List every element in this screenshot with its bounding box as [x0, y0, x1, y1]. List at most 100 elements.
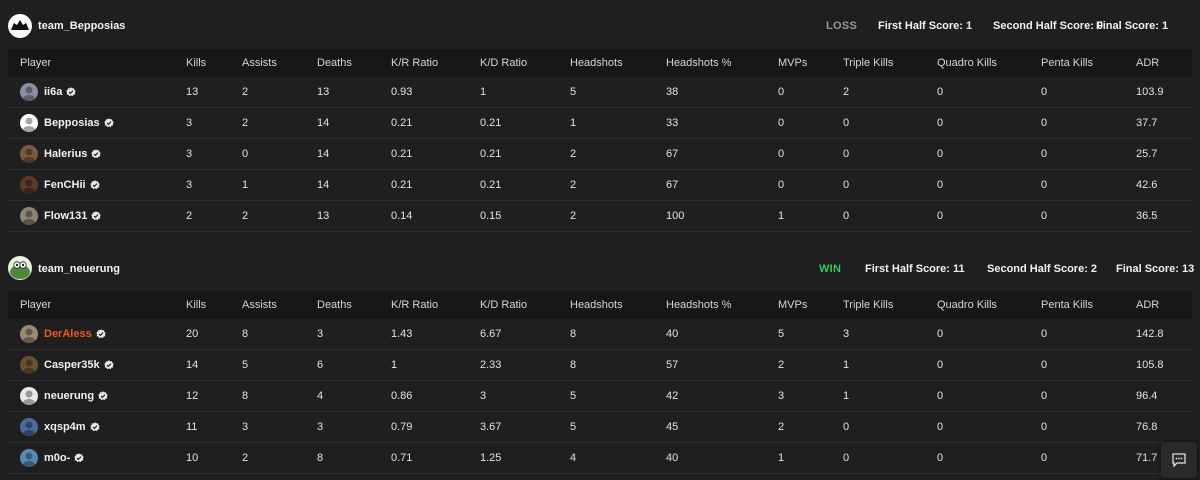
- stat-deaths: 14: [305, 138, 379, 170]
- table-header-row: Player Kills Assists Deaths K/R Ratio K/D Rat…: [8, 49, 1192, 77]
- column-header-kd-ratio: K/D Ratio: [468, 49, 558, 77]
- verified-check-icon: [96, 329, 106, 339]
- match-result: WIN: [819, 263, 842, 275]
- column-header-penta-kills: Penta Kills: [1029, 49, 1124, 77]
- stat-mvps: 0: [766, 107, 831, 139]
- player-name-link[interactable]: Casper35k: [44, 359, 100, 371]
- stat-adr: 103.9: [1124, 77, 1192, 108]
- stat-kr-ratio: 0.93: [379, 77, 468, 108]
- stat-deaths: 14: [305, 107, 379, 139]
- column-header-triple-kills: Triple Kills: [831, 49, 925, 77]
- avatar[interactable]: [20, 207, 38, 225]
- stat-kills: 13: [174, 77, 230, 108]
- avatar[interactable]: [20, 356, 38, 374]
- avatar[interactable]: [20, 114, 38, 132]
- player-name-link[interactable]: FenCHii: [44, 179, 86, 191]
- team-logo-neuerung[interactable]: [8, 256, 32, 280]
- player-cell: FenCHii: [8, 169, 174, 201]
- verified-check-icon: [91, 149, 102, 159]
- stat-mvps: 5: [766, 319, 831, 350]
- player-cell: xqsp4m: [8, 411, 174, 443]
- player-name-link[interactable]: xqsp4m: [44, 421, 86, 433]
- column-header-kills: Kills: [174, 49, 230, 77]
- stat-headshots-pct: 67: [654, 138, 766, 170]
- stat-triple-kills: 1: [831, 380, 925, 412]
- avatar[interactable]: [20, 449, 38, 467]
- stat-mvps: 1: [766, 200, 831, 232]
- player-name-link[interactable]: DerAless: [44, 328, 92, 340]
- team-header-2: team_neuerung WIN First Half Score: 11 S…: [0, 250, 1200, 286]
- player-cell: Halerius: [8, 138, 174, 170]
- stat-adr: 42.6: [1124, 169, 1192, 201]
- avatar[interactable]: [20, 83, 38, 101]
- column-header-assists: Assists: [230, 49, 305, 77]
- stat-penta-kills: 0: [1029, 349, 1124, 381]
- stat-deaths: 13: [305, 77, 379, 108]
- column-header-kills: Kills: [174, 291, 230, 319]
- first-half-score: First Half Score: 11: [865, 263, 965, 275]
- stat-headshots-pct: 57: [654, 349, 766, 381]
- verified-check-icon: [103, 360, 114, 370]
- stat-kd-ratio: 6.67: [468, 319, 558, 350]
- stat-mvps: 0: [766, 138, 831, 170]
- player-name-link[interactable]: neuerung: [44, 390, 94, 402]
- stat-headshots: 8: [558, 349, 654, 381]
- stat-quadro-kills: 0: [925, 200, 1029, 232]
- stat-penta-kills: 0: [1029, 77, 1124, 108]
- stat-kd-ratio: 3: [468, 380, 558, 412]
- stat-penta-kills: 0: [1029, 107, 1124, 139]
- stat-headshots: 2: [558, 200, 654, 232]
- avatar[interactable]: [20, 176, 38, 194]
- stat-kr-ratio: 0.71: [379, 442, 468, 474]
- stat-kr-ratio: 0.21: [379, 138, 468, 170]
- stat-mvps: 0: [766, 169, 831, 201]
- column-header-headshots: Headshots: [558, 291, 654, 319]
- column-header-mvps: MVPs: [766, 291, 831, 319]
- column-header-mvps: MVPs: [766, 49, 831, 77]
- team-name[interactable]: team_Bepposias: [38, 20, 125, 32]
- stat-deaths: 13: [305, 200, 379, 232]
- player-name-link[interactable]: ii6a: [44, 86, 62, 98]
- avatar[interactable]: [20, 145, 38, 163]
- stat-adr: 105.8: [1124, 349, 1192, 381]
- table-header-row: Player Kills Assists Deaths K/R Ratio K/D Rat…: [8, 291, 1192, 319]
- stat-mvps: 0: [766, 77, 831, 108]
- team-logo-bepposias[interactable]: [8, 14, 32, 38]
- column-header-kd-ratio: K/D Ratio: [468, 291, 558, 319]
- player-name-link[interactable]: Flow131: [44, 210, 87, 222]
- column-header-assists: Assists: [230, 291, 305, 319]
- player-name-link[interactable]: m0o-: [44, 452, 70, 464]
- stat-assists: 2: [230, 77, 305, 108]
- second-half-score: Second Half Score: 2: [987, 263, 1098, 275]
- team-stats-table: Player Kills Assists Deaths K/R Ratio K/D Rat…: [8, 49, 1192, 232]
- stat-triple-kills: 0: [831, 200, 925, 232]
- stat-kills: 14: [174, 349, 230, 381]
- player-cell: m0o-: [8, 442, 174, 474]
- stat-deaths: 6: [305, 349, 379, 381]
- team-stats-table: Player Kills Assists Deaths K/R Ratio K/D Rat…: [8, 291, 1192, 474]
- column-header-headshots-pct: Headshots %: [654, 49, 766, 77]
- chat-button[interactable]: [1161, 442, 1197, 478]
- avatar[interactable]: [20, 325, 38, 343]
- column-header-headshots: Headshots: [558, 49, 654, 77]
- stat-quadro-kills: 0: [925, 442, 1029, 474]
- avatar[interactable]: [20, 387, 38, 405]
- stat-headshots: 8: [558, 319, 654, 350]
- stat-penta-kills: 0: [1029, 380, 1124, 412]
- table-row: m0o- 10 2 8 0.71 1.25 4 40 1 0 0 0 71.7: [8, 442, 1192, 474]
- stat-penta-kills: 0: [1029, 138, 1124, 170]
- column-header-adr: ADR: [1124, 49, 1192, 77]
- stat-quadro-kills: 0: [925, 380, 1029, 412]
- team-name[interactable]: team_neuerung: [38, 263, 120, 275]
- table-row: Flow131 2 2 13 0.14 0.15 2 100 1 0 0 0 36.5: [8, 200, 1192, 232]
- avatar[interactable]: [20, 418, 38, 436]
- player-cell: Bepposias: [8, 107, 174, 139]
- player-name-link[interactable]: Bepposias: [44, 117, 100, 129]
- stat-penta-kills: 0: [1029, 169, 1124, 201]
- final-score: Final Score: 1: [1096, 20, 1169, 32]
- player-name-link[interactable]: Halerius: [44, 148, 87, 160]
- stat-assists: 5: [230, 349, 305, 381]
- stat-triple-kills: 1: [831, 349, 925, 381]
- stat-headshots-pct: 40: [654, 442, 766, 474]
- stat-quadro-kills: 0: [925, 107, 1029, 139]
